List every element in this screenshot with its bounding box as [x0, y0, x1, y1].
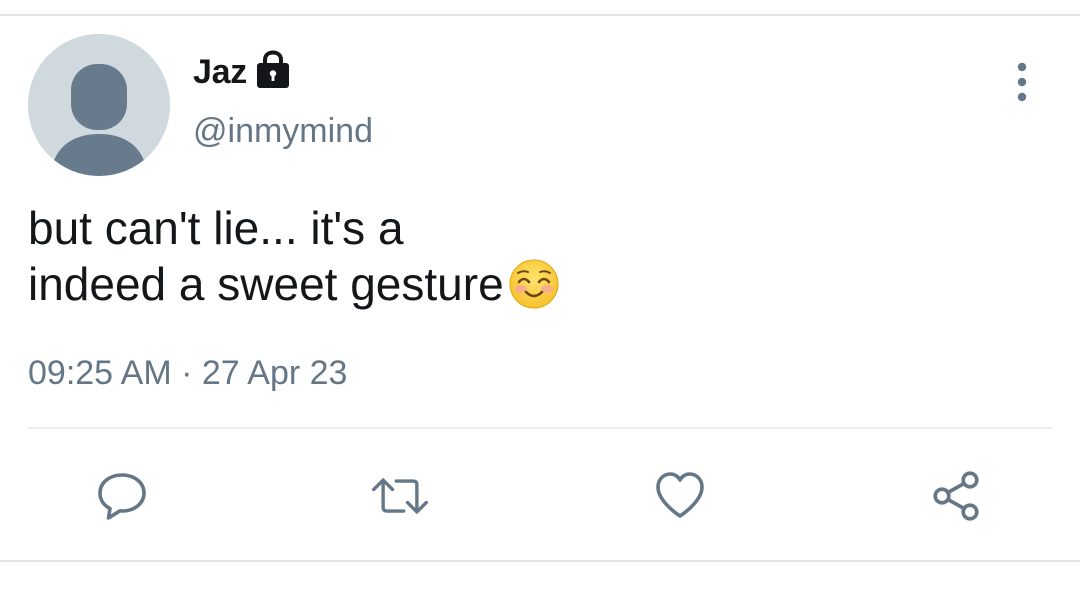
tweet-time: 09:25 AM [28, 354, 172, 392]
more-options-icon[interactable] [1005, 60, 1039, 104]
smiling-face-emoji-icon [508, 258, 560, 310]
reply-button[interactable] [92, 466, 152, 526]
share-button[interactable] [928, 466, 988, 526]
tweet-text: but can't lie... it's a indeed a sweet g… [28, 200, 928, 312]
retweet-icon [372, 478, 428, 514]
top-border [0, 0, 1080, 16]
share-icon [933, 471, 979, 521]
avatar[interactable] [28, 34, 170, 176]
like-button[interactable] [650, 466, 710, 526]
tweet-text-line-2: indeed a sweet gesture [28, 256, 928, 312]
default-avatar-icon [28, 34, 170, 176]
tweet-date: 27 Apr 23 [201, 354, 348, 392]
author-handle[interactable]: @inmymind [193, 112, 373, 151]
tweet-text-line-2-text: indeed a sweet gesture [28, 258, 504, 310]
reply-icon [98, 473, 146, 520]
author-display-name[interactable]: Jaz [193, 53, 247, 92]
divider [28, 427, 1052, 429]
author-name-row: Jaz [193, 50, 292, 94]
tweet-text-line-1: but can't lie... it's a [28, 202, 404, 254]
like-icon [656, 472, 704, 518]
lock-icon [254, 50, 292, 90]
tweet-timestamp: 09:25 AM · 27 Apr 23 [28, 354, 347, 393]
retweet-button[interactable] [370, 466, 430, 526]
bottom-border [0, 560, 1080, 562]
timestamp-separator: · [181, 354, 193, 392]
